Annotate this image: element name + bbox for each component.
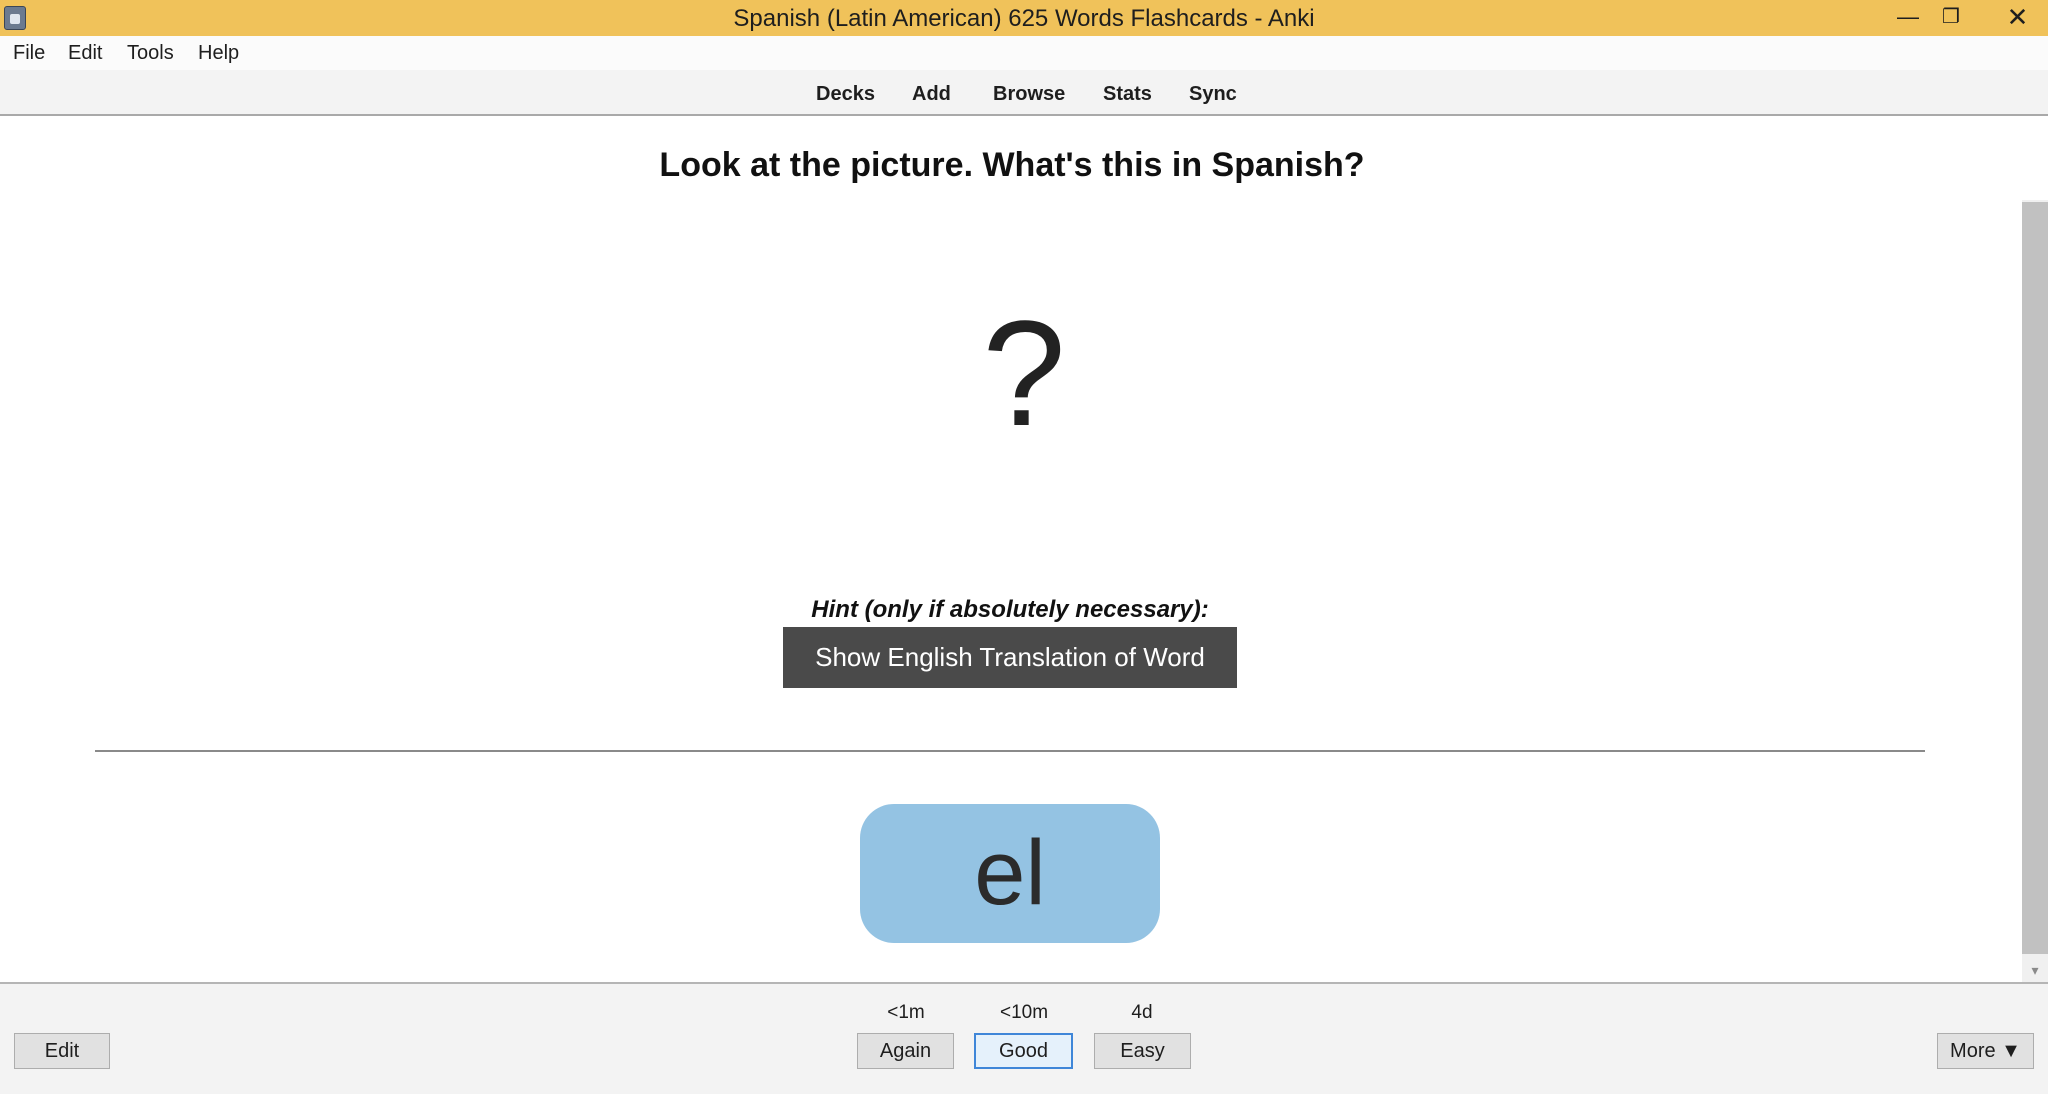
again-interval: <1m <box>887 1002 925 1023</box>
scrollbar-thumb[interactable] <box>2022 202 2048 954</box>
menu-edit[interactable]: Edit <box>68 42 102 65</box>
toolbar-add-link[interactable]: Add <box>912 83 951 106</box>
title-bar: Spanish (Latin American) 625 Words Flash… <box>0 0 2048 36</box>
hint-label: Hint (only if absolutely necessary): <box>811 596 1209 623</box>
easy-interval: 4d <box>1131 1002 1153 1023</box>
question-mark-icon: ? <box>982 289 1066 457</box>
toolbar-decks-link[interactable]: Decks <box>816 83 875 106</box>
toolbar-browse-link[interactable]: Browse <box>993 83 1065 106</box>
toolbar-sync-link[interactable]: Sync <box>1189 83 1237 106</box>
good-button[interactable]: Good <box>974 1033 1073 1069</box>
menu-help[interactable]: Help <box>198 42 239 65</box>
answer-word: el <box>860 804 1160 943</box>
card-question: Look at the picture. What's this in Span… <box>659 146 1365 184</box>
maximize-icon[interactable]: ❐ <box>1928 0 1974 34</box>
minimize-icon[interactable]: — <box>1885 0 1931 34</box>
menu-bar: File Edit Tools Help <box>0 36 2048 70</box>
good-interval: <10m <box>999 1002 1049 1023</box>
again-button[interactable]: Again <box>857 1033 954 1069</box>
answer-bar: Edit <1m <10m 4d Again Good Easy More ▼ <box>0 982 2048 1094</box>
menu-file[interactable]: File <box>13 42 45 65</box>
easy-button[interactable]: Easy <box>1094 1033 1191 1069</box>
edit-card-button[interactable]: Edit <box>14 1033 110 1069</box>
menu-tools[interactable]: Tools <box>127 42 174 65</box>
toolbar-stats-link[interactable]: Stats <box>1103 83 1152 106</box>
close-icon[interactable]: ✕ <box>1987 0 2048 34</box>
show-translation-button[interactable]: Show English Translation of Word <box>783 627 1237 688</box>
card-view: Look at the picture. What's this in Span… <box>0 118 2048 982</box>
scroll-down-arrow-icon[interactable]: ▾ <box>2022 958 2048 982</box>
main-toolbar: Decks Add Browse Stats Sync <box>0 70 2048 116</box>
window-title: Spanish (Latin American) 625 Words Flash… <box>733 5 1315 32</box>
more-button[interactable]: More ▼ <box>1937 1033 2034 1069</box>
answer-divider <box>95 750 1925 752</box>
